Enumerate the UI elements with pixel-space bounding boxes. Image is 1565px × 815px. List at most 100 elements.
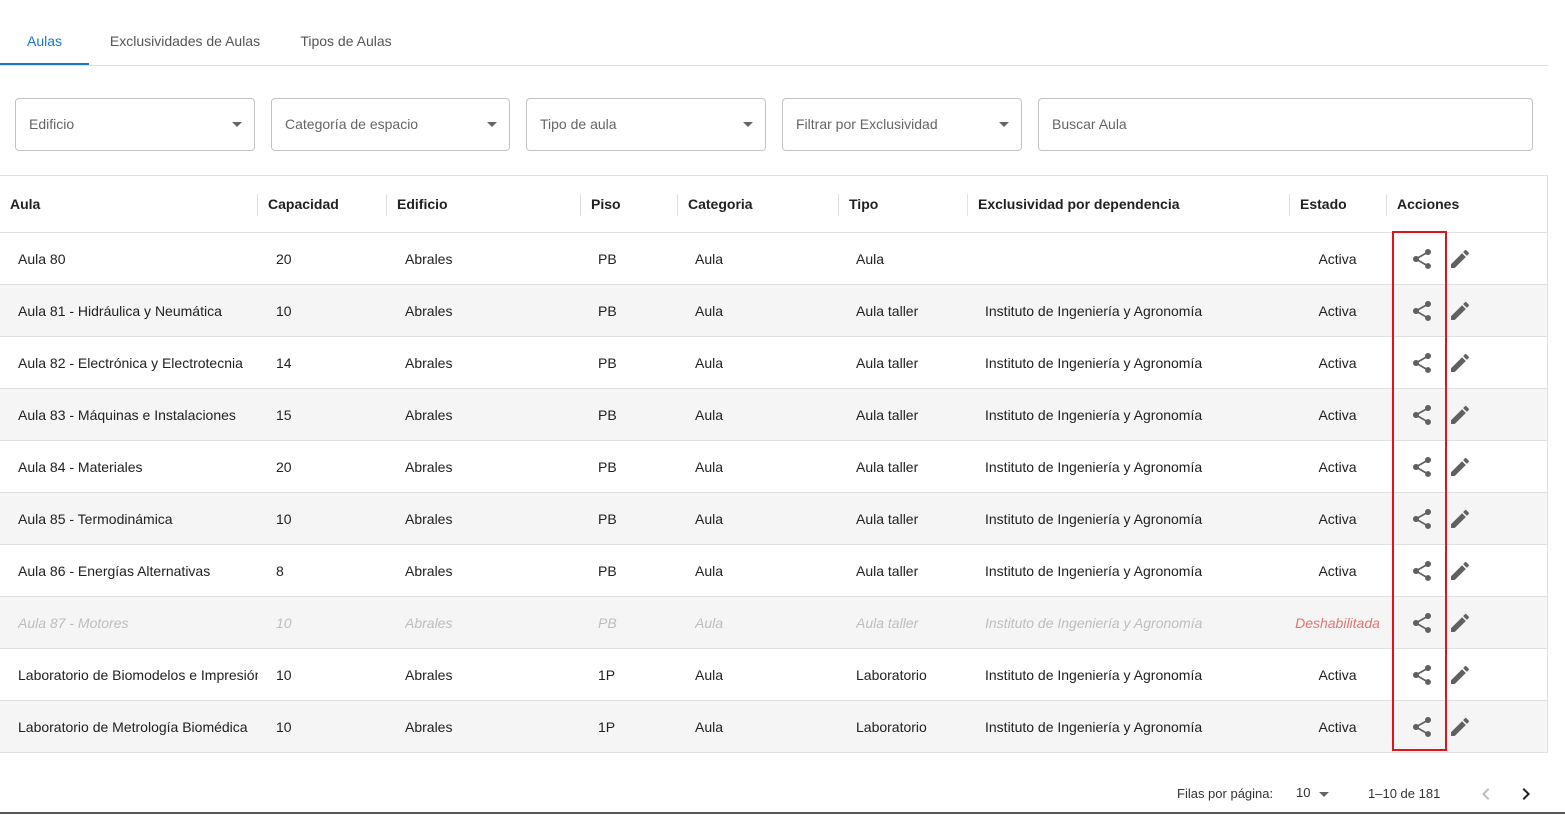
tab-aulas[interactable]: Aulas bbox=[0, 0, 89, 65]
categoria-select-label: Categoría de espacio bbox=[285, 116, 419, 132]
dropdown-arrow-icon bbox=[999, 122, 1009, 127]
cell-piso: PB bbox=[598, 459, 617, 475]
cell-exclusividad: Instituto de Ingeniería y Agronomía bbox=[985, 719, 1203, 735]
share-icon[interactable] bbox=[1410, 299, 1434, 323]
pencil-icon[interactable] bbox=[1448, 611, 1472, 635]
cell-capacidad: 10 bbox=[276, 303, 292, 319]
cell-edificio: Abrales bbox=[405, 251, 453, 267]
buscar-aula-placeholder: Buscar Aula bbox=[1052, 116, 1127, 132]
edificio-select[interactable]: Edificio bbox=[15, 98, 255, 151]
cell-exclusividad: Instituto de Ingeniería y Agronomía bbox=[985, 563, 1203, 579]
table-row[interactable]: Laboratorio de Biomodelos e Impresión 10 A… bbox=[0, 649, 1547, 701]
pencil-icon[interactable] bbox=[1448, 715, 1472, 739]
rows-per-page-select[interactable]: 10 bbox=[1296, 785, 1310, 800]
exclusividad-select[interactable]: Filtrar por Exclusividad bbox=[782, 98, 1022, 151]
cell-estado: Activa bbox=[1318, 459, 1357, 475]
column-separator bbox=[677, 194, 678, 216]
cell-categoria: Aula bbox=[695, 407, 724, 423]
column-separator bbox=[386, 194, 387, 216]
cell-edificio: Abrales bbox=[405, 303, 453, 319]
share-icon[interactable] bbox=[1410, 247, 1434, 271]
dropdown-arrow-icon[interactable] bbox=[1319, 792, 1329, 797]
pencil-icon[interactable] bbox=[1448, 559, 1472, 583]
cell-edificio: Abrales bbox=[405, 459, 453, 475]
table-row[interactable]: Aula 85 - Termodinámica 10 Abrales PB Aula Au… bbox=[0, 493, 1547, 545]
categoria-select[interactable]: Categoría de espacio bbox=[271, 98, 510, 151]
pencil-icon[interactable] bbox=[1448, 455, 1472, 479]
table-row[interactable]: Aula 86 - Energías Alternativas 8 Abrales P… bbox=[0, 545, 1547, 597]
column-separator bbox=[967, 194, 968, 216]
column-header-exclusividad[interactable]: Exclusividad por dependencia bbox=[978, 176, 1180, 232]
table-row[interactable]: Aula 81 - Hidráulica y Neumática 10 Abrale… bbox=[0, 285, 1547, 337]
cell-exclusividad bbox=[985, 233, 1285, 284]
table-row[interactable]: Aula 80 20 Abrales PB Aula Aula Activa bbox=[0, 233, 1547, 285]
column-header-aula[interactable]: Aula bbox=[10, 176, 40, 232]
cell-exclusividad: Instituto de Ingeniería y Agronomía bbox=[985, 355, 1203, 371]
share-icon[interactable] bbox=[1410, 559, 1434, 583]
pencil-icon[interactable] bbox=[1448, 247, 1472, 271]
share-icon[interactable] bbox=[1410, 611, 1434, 635]
share-icon[interactable] bbox=[1410, 715, 1434, 739]
share-icon[interactable] bbox=[1410, 663, 1434, 687]
pencil-icon[interactable] bbox=[1448, 403, 1472, 427]
column-header-piso[interactable]: Piso bbox=[591, 176, 621, 232]
chevron-right-icon bbox=[1522, 788, 1530, 800]
cell-exclusividad: Instituto de Ingeniería y Agronomía bbox=[985, 511, 1203, 527]
column-separator bbox=[1289, 194, 1290, 216]
column-header-categoria[interactable]: Categoria bbox=[688, 176, 753, 232]
cell-categoria: Aula bbox=[695, 667, 724, 683]
dropdown-arrow-icon bbox=[743, 122, 753, 127]
cell-aula: Laboratorio de Biomodelos e Impresión bbox=[18, 667, 258, 683]
cell-capacidad: 15 bbox=[276, 407, 292, 423]
cell-categoria: Aula bbox=[695, 303, 724, 319]
cell-piso: PB bbox=[598, 615, 617, 631]
table-row[interactable]: Laboratorio de Metrología Biomédica 10 Abr… bbox=[0, 701, 1547, 753]
share-icon[interactable] bbox=[1410, 507, 1434, 531]
pencil-icon[interactable] bbox=[1448, 299, 1472, 323]
window-bottom-border bbox=[0, 812, 1565, 814]
pencil-icon[interactable] bbox=[1448, 507, 1472, 531]
table-row[interactable]: Aula 82 - Electrónica y Electrotecnia 14 A… bbox=[0, 337, 1547, 389]
cell-exclusividad: Instituto de Ingeniería y Agronomía bbox=[985, 667, 1203, 683]
tab-tipos-de-aulas[interactable]: Tipos de Aulas bbox=[289, 0, 403, 65]
table-row[interactable]: Aula 87 - Motores 10 Abrales PB Aula Aula tal… bbox=[0, 597, 1547, 649]
cell-categoria: Aula bbox=[695, 251, 724, 267]
column-header-estado[interactable]: Estado bbox=[1300, 176, 1347, 232]
cell-tipo: Aula bbox=[856, 251, 885, 267]
pencil-icon[interactable] bbox=[1448, 351, 1472, 375]
cell-piso: PB bbox=[598, 251, 617, 267]
table-row[interactable]: Aula 83 - Máquinas e Instalaciones 15 Abra… bbox=[0, 389, 1547, 441]
pencil-icon[interactable] bbox=[1448, 663, 1472, 687]
next-page-button[interactable] bbox=[1514, 782, 1538, 806]
cell-aula: Aula 82 - Electrónica y Electrotecnia bbox=[18, 355, 243, 371]
cell-estado: Activa bbox=[1318, 719, 1357, 735]
column-header-capacidad[interactable]: Capacidad bbox=[268, 176, 339, 232]
active-tab-indicator bbox=[0, 63, 89, 65]
table-row[interactable]: Aula 84 - Materiales 20 Abrales PB Aula Aula … bbox=[0, 441, 1547, 493]
column-header-tipo[interactable]: Tipo bbox=[849, 176, 878, 232]
share-icon[interactable] bbox=[1410, 351, 1434, 375]
edificio-select-label: Edificio bbox=[29, 116, 75, 132]
dropdown-arrow-icon bbox=[232, 122, 242, 127]
cell-exclusividad: Instituto de Ingeniería y Agronomía bbox=[985, 407, 1203, 423]
cell-exclusividad: Instituto de Ingeniería y Agronomía bbox=[985, 303, 1203, 319]
tab-exclusividades-de-aulas[interactable]: Exclusividades de Aulas bbox=[97, 0, 273, 65]
cell-categoria: Aula bbox=[695, 615, 724, 631]
previous-page-button[interactable] bbox=[1474, 782, 1498, 806]
cell-categoria: Aula bbox=[695, 459, 724, 475]
pagination-range: 1–10 de 181 bbox=[1368, 786, 1441, 801]
cell-capacidad: 8 bbox=[276, 563, 284, 579]
share-icon[interactable] bbox=[1410, 455, 1434, 479]
column-header-acciones: Acciones bbox=[1397, 196, 1460, 212]
cell-exclusividad: Instituto de Ingeniería y Agronomía bbox=[985, 459, 1203, 475]
share-icon[interactable] bbox=[1410, 403, 1434, 427]
tipo-aula-select[interactable]: Tipo de aula bbox=[526, 98, 766, 151]
cell-estado: Activa bbox=[1318, 667, 1357, 683]
cell-edificio: Abrales bbox=[405, 407, 453, 423]
column-header-edificio[interactable]: Edificio bbox=[397, 176, 448, 232]
tipo-aula-select-label: Tipo de aula bbox=[540, 116, 617, 132]
cell-aula: Aula 87 - Motores bbox=[18, 615, 129, 631]
buscar-aula-input[interactable]: Buscar Aula bbox=[1038, 98, 1533, 151]
cell-tipo: Laboratorio bbox=[856, 667, 927, 683]
cell-aula: Aula 83 - Máquinas e Instalaciones bbox=[18, 407, 236, 423]
